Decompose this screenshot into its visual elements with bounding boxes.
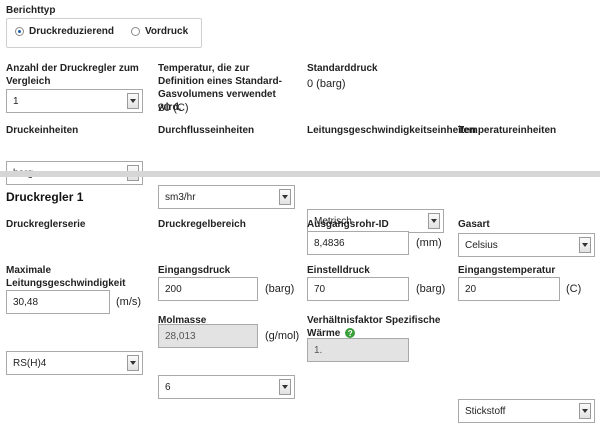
regulator-series-label: Druckreglerserie [6,219,86,230]
select-value: 6 [165,381,171,393]
radio-druckreduzierend[interactable]: Druckreduzierend [15,26,114,37]
chevron-down-icon [579,403,591,419]
radio-selected-icon [15,27,24,36]
standard-pressure-label: Standarddruck [307,63,378,74]
flow-units-label: Durchflusseinheiten [158,125,255,136]
inlet-temperature-unit: (C) [566,283,582,295]
report-type-label: Berichttyp [6,5,56,16]
radio-vordruck[interactable]: Vordruck [131,26,188,37]
regulator-range-label: Druckregelbereich [158,219,246,230]
radio-label: Vordruck [145,26,189,37]
chevron-down-icon [279,189,291,205]
temperature-units-label: Temperatureinheiten [458,125,557,136]
specific-heat-ratio-label: Verhältnisfaktor Spezifische Wärme ? [307,314,457,340]
select-value: sm3/hr [165,191,196,203]
chevron-down-icon [127,355,139,371]
temperature-value: 20 (C) [158,102,189,114]
select-value: Celsius [465,239,498,251]
regulator-range-select[interactable]: 6 [158,375,295,399]
inlet-temperature-input[interactable]: 20 [458,277,560,301]
select-value: Stickstoff [465,405,506,417]
select-value: RS(H)4 [13,357,47,369]
standard-pressure-value: 0 (barg) [307,78,346,90]
section-divider [0,171,600,177]
chevron-down-icon [579,237,591,253]
max-velocity-unit: (m/s) [116,296,142,308]
flow-units-select[interactable]: sm3/hr [158,185,295,209]
regulator-count-label: Anzahl der Druckregler zum Vergleich [6,63,139,87]
radio-unselected-icon [131,27,140,36]
gas-type-label: Gasart [458,219,490,230]
report-type-group: Druckreduzierend Vordruck [6,18,202,48]
regulator-count-select[interactable]: 1 [6,89,143,113]
max-velocity-input[interactable]: 30,48 [6,290,110,314]
inlet-pressure-input[interactable]: 200 [158,277,258,301]
molar-mass-field: 28,013 [158,324,258,348]
specific-heat-ratio-field: 1. [307,338,409,362]
regulator-series-select[interactable]: RS(H)4 [6,351,143,375]
chevron-down-icon [428,213,440,229]
outlet-id-input[interactable]: 8,4836 [307,231,409,255]
max-velocity-label: Maximale Leitungsgeschwindigkeit [6,265,126,289]
set-pressure-input[interactable]: 70 [307,277,409,301]
gas-type-select[interactable]: Stickstoff [458,399,595,423]
inlet-temperature-label: Eingangstemperatur [458,265,556,276]
section-title: Druckregler 1 [6,190,84,204]
specific-heat-ratio-text: Verhältnisfaktor Spezifische Wärme [307,315,441,339]
inlet-pressure-unit: (barg) [265,283,295,295]
pressure-units-label: Druckeinheiten [6,125,79,136]
chevron-down-icon [127,93,139,109]
select-value: 1 [13,95,19,107]
velocity-units-label: Leitungsgeschwindigkeitseinheiten [307,125,476,136]
radio-label: Druckreduzierend [29,26,115,37]
temperature-units-select[interactable]: Celsius [458,233,595,257]
help-icon[interactable]: ? [345,328,356,339]
inlet-pressure-label: Eingangsdruck [158,265,231,276]
set-pressure-label: Einstelldruck [307,265,370,276]
molar-mass-unit: (g/mol) [265,330,300,342]
set-pressure-unit: (barg) [416,283,446,295]
chevron-down-icon [279,379,291,395]
outlet-id-unit: (mm) [416,237,442,249]
outlet-id-label: Ausgangsrohr-ID [307,219,389,230]
